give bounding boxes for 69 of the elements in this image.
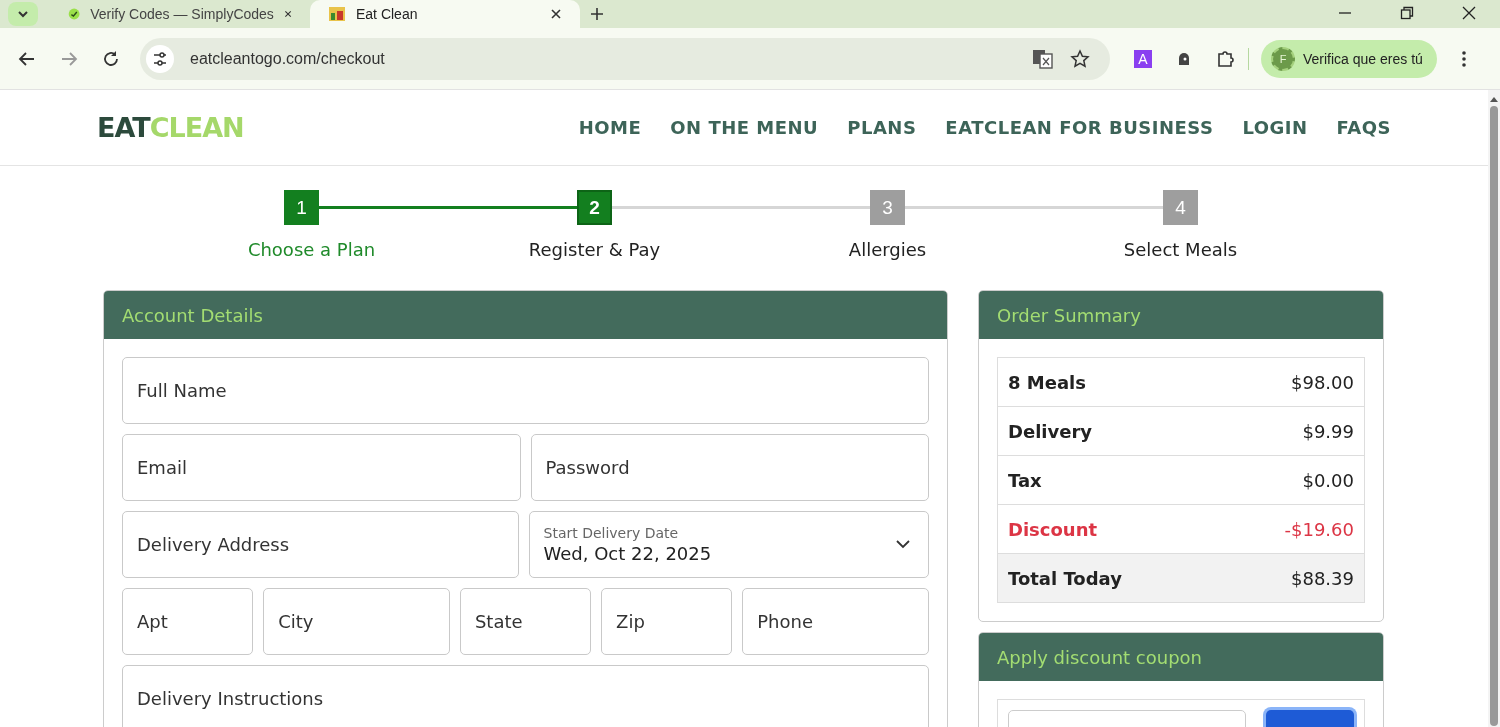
extension-icon[interactable]: A xyxy=(1134,49,1152,68)
tab-search-button[interactable] xyxy=(8,2,38,26)
chevron-down-icon xyxy=(17,10,29,18)
input-field[interactable]: Delivery Address xyxy=(122,511,519,578)
favicon-icon xyxy=(328,5,346,23)
step-number: 1 xyxy=(284,190,319,225)
restore-icon[interactable] xyxy=(1400,6,1414,20)
summary-label: Discount xyxy=(1008,518,1098,540)
input-field[interactable]: State xyxy=(459,588,592,655)
tab-title: Eat Clean xyxy=(356,6,419,22)
nav-link[interactable]: PLANS xyxy=(847,117,917,138)
scrollbar[interactable] xyxy=(1488,90,1500,727)
browser-tab[interactable]: Eat Clean xyxy=(310,0,580,28)
nav-link[interactable]: FAQS xyxy=(1336,117,1391,138)
step-number: 2 xyxy=(577,190,612,225)
scroll-up-icon[interactable] xyxy=(1490,96,1498,102)
step-label: Register & Pay xyxy=(528,239,661,260)
input-field[interactable]: Apt xyxy=(122,588,254,655)
summary-label: 8 Meals xyxy=(1008,371,1086,393)
profile-avatar: F xyxy=(1271,46,1295,71)
star-icon[interactable] xyxy=(1070,48,1090,69)
card-title: Order Summary xyxy=(997,304,1141,326)
summary-amount: $88.39 xyxy=(1291,567,1354,589)
menu-icon[interactable] xyxy=(1460,49,1467,68)
back-icon[interactable] xyxy=(18,49,36,68)
translate-icon[interactable] xyxy=(1032,48,1054,69)
nav-link[interactable]: LOGIN xyxy=(1242,117,1308,138)
summary-label: Total Today xyxy=(1008,567,1122,589)
new-tab-icon[interactable] xyxy=(590,7,604,21)
ghost-icon[interactable] xyxy=(1176,50,1192,67)
summary-amount: $9.99 xyxy=(1302,420,1354,442)
summary-amount: -$19.60 xyxy=(1284,518,1354,540)
tab-title: Verify Codes — SimplyCodes xyxy=(90,6,274,22)
step-label: Select Meals xyxy=(1123,239,1238,260)
url-text: eatcleantogo.com/checkout xyxy=(190,49,385,68)
summary-amount: $0.00 xyxy=(1302,469,1354,491)
nav-link[interactable]: ON THE MENU xyxy=(670,117,819,138)
site-settings-icon[interactable] xyxy=(146,44,174,73)
summary-amount: $98.00 xyxy=(1291,371,1354,393)
input-field[interactable]: City xyxy=(263,588,450,655)
forward-icon[interactable] xyxy=(60,49,78,68)
input-field[interactable]: Phone xyxy=(742,588,929,655)
input-field[interactable]: Full Name xyxy=(122,357,929,424)
step-number: 4 xyxy=(1163,190,1198,225)
input-field[interactable]: Password xyxy=(530,434,929,501)
input-field[interactable]: Email xyxy=(122,434,521,501)
summary-label: Delivery xyxy=(1008,420,1093,442)
summary-label: Tax xyxy=(1008,469,1042,491)
step-number: 3 xyxy=(870,190,905,225)
logo[interactable]: EATCLEAN xyxy=(97,112,244,143)
card-title: Apply discount coupon xyxy=(997,646,1202,668)
address-bar[interactable]: eatcleantogo.com/checkout xyxy=(140,37,1110,80)
input-field[interactable]: Delivery Instructions xyxy=(122,665,929,727)
nav-link[interactable]: EATCLEAN FOR BUSINESS xyxy=(945,117,1214,138)
nav-link[interactable]: HOME xyxy=(578,117,642,138)
step-label: Choose a Plan xyxy=(247,239,376,260)
step-label: Allergies xyxy=(848,239,927,260)
browser-tab[interactable]: Verify Codes — SimplyCodes xyxy=(50,0,310,28)
close-icon[interactable] xyxy=(550,8,562,20)
close-icon[interactable] xyxy=(1462,6,1476,20)
chevron-down-icon xyxy=(896,540,910,549)
card-title: Account Details xyxy=(122,304,263,326)
puzzle-icon[interactable] xyxy=(1216,48,1236,69)
close-icon[interactable] xyxy=(283,8,292,20)
scrollbar-thumb[interactable] xyxy=(1490,106,1498,726)
profile-button[interactable]: F Verifica que eres tú xyxy=(1261,39,1437,78)
reload-icon[interactable] xyxy=(102,49,120,68)
date-select[interactable]: Start Delivery Date Wed, Oct 22, 2025 xyxy=(528,511,929,578)
input-field[interactable]: Zip xyxy=(601,588,733,655)
